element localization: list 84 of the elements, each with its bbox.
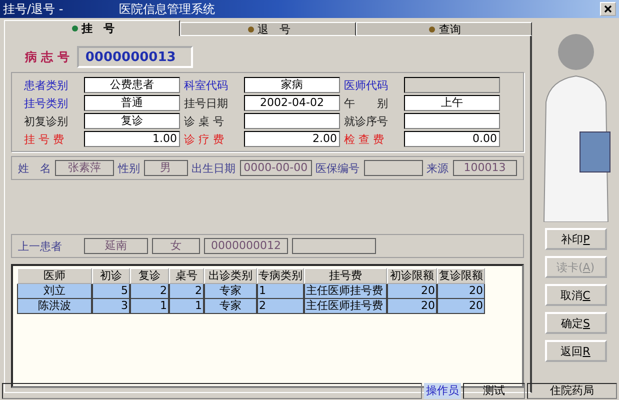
input-field[interactable]: 女 [152, 238, 200, 254]
input-field[interactable]: 普通 [84, 95, 180, 111]
table-cell: 专家 [204, 299, 257, 314]
action-button[interactable]: 取消C [544, 284, 606, 306]
field-label: 来源 [426, 160, 448, 176]
field-label: 出生日期 [192, 160, 236, 176]
table-cell: 2 [130, 284, 169, 299]
input-field[interactable]: 0.00 [404, 131, 500, 147]
app-title: 医院信息管理系统 [119, 0, 216, 18]
input-field[interactable]: 0000000012 [204, 238, 288, 254]
department-name: 住院药局 [527, 383, 617, 399]
input-field[interactable]: 1.00 [84, 131, 180, 147]
table-cell: 主任医师挂号费 [304, 299, 387, 314]
column-header[interactable]: 复诊 [130, 268, 169, 284]
field-label: 诊 疗 费 [184, 132, 225, 146]
record-number-field[interactable]: 0000000013 [77, 46, 194, 68]
column-header[interactable]: 专病类别 [257, 268, 304, 284]
field-label: 姓 名 [18, 160, 51, 176]
input-field[interactable]: 上午 [404, 95, 500, 111]
input-field[interactable]: 公费患者 [84, 77, 180, 93]
table-cell: 1 [169, 299, 204, 314]
input-field[interactable]: 0000-00-00 [240, 160, 312, 176]
field-label: 患者类别 [24, 78, 69, 92]
table-cell: 20 [387, 284, 437, 299]
field-label: 午 别 [344, 96, 389, 110]
action-button[interactable]: 返回R [544, 340, 606, 362]
column-header[interactable]: 挂号费 [304, 268, 387, 284]
input-field[interactable]: 张素萍 [55, 160, 114, 176]
field-label: 性别 [118, 160, 140, 176]
table-cell: 专家 [204, 284, 257, 299]
field-label: 初复诊别 [24, 114, 69, 128]
window-title: 挂号/退号 - [3, 0, 64, 18]
action-button[interactable]: 补印P [544, 228, 606, 250]
field-label: 检 查 费 [344, 132, 385, 146]
column-header[interactable]: 初诊限额 [387, 268, 437, 284]
input-field[interactable] [404, 113, 500, 129]
input-field[interactable]: 复诊 [84, 113, 180, 129]
operator-label: 操作员 [424, 383, 461, 399]
table-cell: 20 [437, 284, 485, 299]
input-field[interactable]: 家病 [244, 77, 340, 93]
input-field[interactable]: 2002-04-02 [244, 95, 340, 111]
input-field[interactable]: 100013 [452, 160, 517, 176]
field-label: 医保编号 [316, 160, 360, 176]
input-field[interactable] [244, 113, 340, 129]
table-cell: 主任医师挂号费 [304, 284, 387, 299]
input-field[interactable]: 2.00 [244, 131, 340, 147]
field-label: 挂 号 费 [24, 132, 65, 146]
column-header[interactable]: 出诊类别 [204, 268, 257, 284]
input-field[interactable] [364, 160, 422, 176]
input-field[interactable]: 延南 [84, 238, 148, 254]
operator-name: 测试 [463, 383, 525, 399]
table-cell: 刘立 [17, 284, 92, 299]
dot-icon [246, 26, 254, 32]
tab[interactable]: 查询 [356, 22, 532, 36]
table-cell: 20 [437, 299, 485, 314]
tab[interactable]: 挂 号 [4, 20, 180, 36]
table-cell: 1 [130, 299, 169, 314]
field-label: 诊 桌 号 [184, 114, 225, 128]
close-button[interactable] [600, 2, 616, 16]
table-cell: 3 [92, 299, 130, 314]
table-cell: 2 [169, 284, 204, 299]
field-label: 医师代码 [344, 78, 389, 92]
column-header[interactable]: 初诊 [92, 268, 130, 284]
action-button[interactable]: 确定S [544, 312, 606, 334]
table-cell: 2 [257, 299, 304, 314]
column-header[interactable]: 桌号 [169, 268, 204, 284]
table-cell: 1 [257, 284, 304, 299]
input-field[interactable] [292, 238, 376, 254]
tab[interactable]: 退 号 [180, 22, 356, 36]
field-label: 科室代码 [184, 78, 229, 92]
field-label: 上一患者 [18, 238, 62, 254]
table-cell: 20 [387, 299, 437, 314]
field-label: 挂号日期 [184, 96, 229, 110]
input-field[interactable]: 男 [144, 160, 188, 176]
dot-icon [427, 26, 436, 32]
record-label: 病 志 号 [25, 48, 70, 66]
dot-icon [70, 25, 78, 32]
table-cell: 5 [92, 284, 130, 299]
column-header[interactable]: 复诊限额 [437, 268, 485, 284]
close-icon [604, 5, 612, 13]
field-label: 挂号类别 [24, 96, 69, 110]
field-label: 就诊序号 [344, 114, 389, 128]
table-cell: 陈洪波 [17, 299, 92, 314]
column-header[interactable]: 医师 [17, 268, 92, 284]
